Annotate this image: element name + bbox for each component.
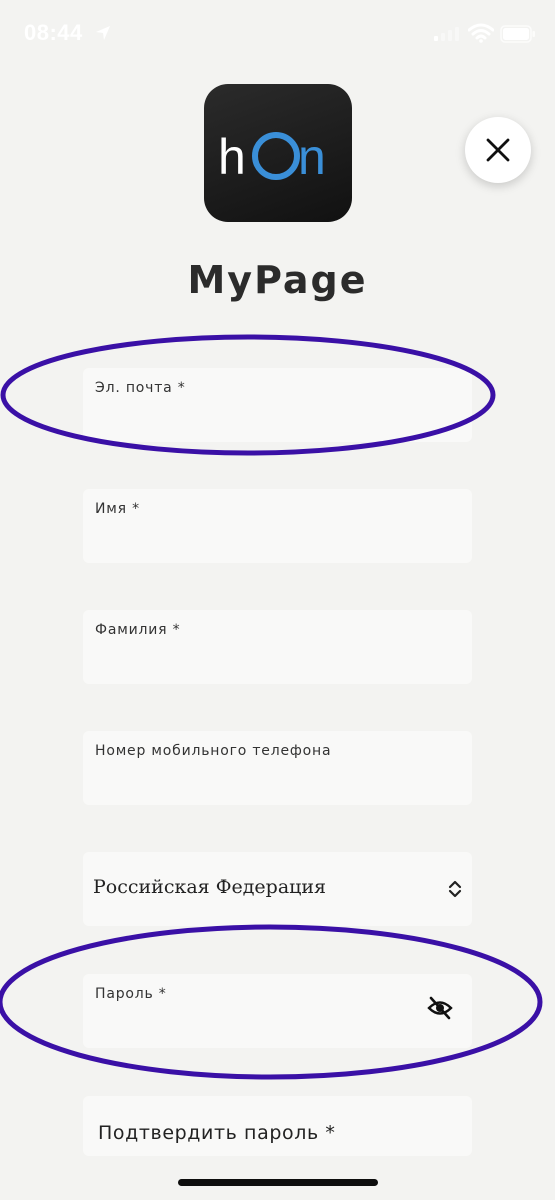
close-button[interactable] xyxy=(465,117,531,183)
home-indicator xyxy=(178,1179,378,1186)
status-time: 08:44 xyxy=(24,20,83,45)
password-label: Пароль * xyxy=(95,986,167,1002)
page-title: MyPage xyxy=(187,258,368,302)
confirm-password-label: Подтвердить пароль * xyxy=(98,1122,336,1144)
phone-field[interactable]: Номер мобильного телефона xyxy=(83,731,472,805)
eye-off-icon[interactable] xyxy=(426,994,454,1022)
phone-label: Номер мобильного телефона xyxy=(95,743,332,759)
logo-ring xyxy=(252,132,300,180)
signal-icon xyxy=(434,27,459,41)
country-value: Российская Федерация xyxy=(93,876,327,898)
wifi-icon xyxy=(468,23,494,43)
last-name-input[interactable] xyxy=(95,646,459,676)
close-icon xyxy=(486,138,510,162)
country-select[interactable]: Российская Федерация xyxy=(83,852,472,926)
logo-letter-n: n xyxy=(298,129,326,185)
first-name-input[interactable] xyxy=(95,525,459,555)
battery-icon xyxy=(500,25,535,43)
first-name-label: Имя * xyxy=(95,501,140,517)
password-input[interactable] xyxy=(95,1010,399,1040)
email-input[interactable] xyxy=(95,404,459,434)
select-arrows-icon xyxy=(448,880,462,898)
password-field[interactable]: Пароль * xyxy=(83,974,472,1048)
status-bar: 08:44 xyxy=(0,0,555,70)
email-field[interactable]: Эл. почта * xyxy=(83,368,472,442)
app-logo: h n xyxy=(204,84,352,222)
last-name-label: Фамилия * xyxy=(95,622,181,638)
email-label: Эл. почта * xyxy=(95,380,186,396)
confirm-password-field[interactable]: Подтвердить пароль * xyxy=(83,1096,472,1156)
phone-input[interactable] xyxy=(95,767,459,797)
location-arrow-icon xyxy=(96,26,110,40)
first-name-field[interactable]: Имя * xyxy=(83,489,472,563)
last-name-field[interactable]: Фамилия * xyxy=(83,610,472,684)
logo-letter-h: h xyxy=(218,129,246,185)
